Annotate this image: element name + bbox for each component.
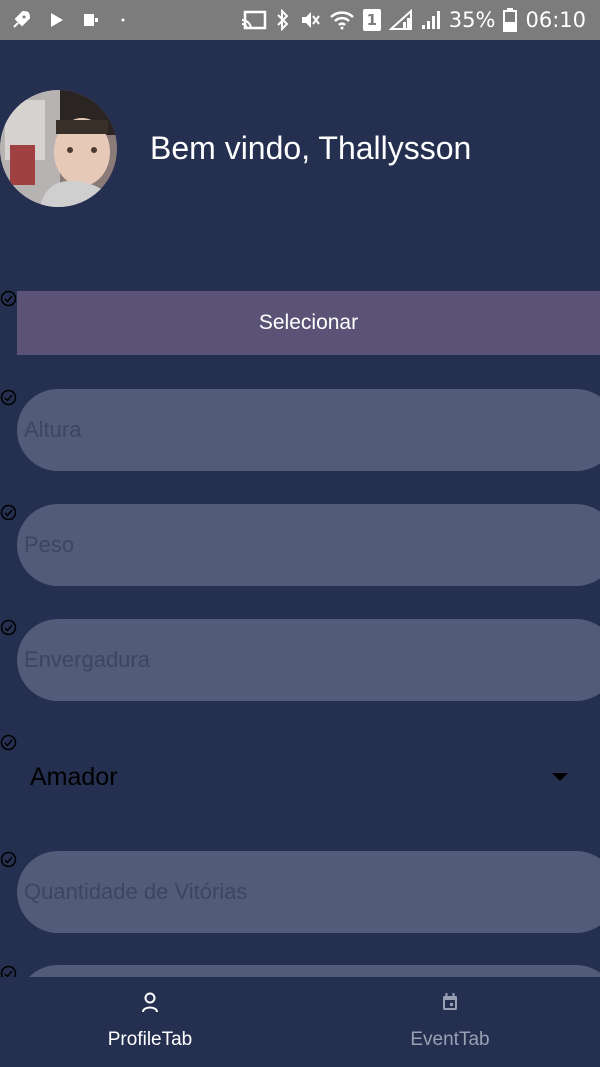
sim-badge: 1 xyxy=(366,11,377,29)
welcome-text: Bem vindo, Thallysson xyxy=(150,130,472,166)
tab-profile[interactable]: ProfileTab xyxy=(0,977,300,1067)
cast-icon xyxy=(241,10,267,30)
check-circle-icon xyxy=(0,851,17,868)
dot-icon xyxy=(120,17,126,23)
peso-input[interactable] xyxy=(24,532,600,558)
tab-event[interactable]: EventTab xyxy=(300,977,600,1067)
sim-icon: 1 xyxy=(362,9,381,31)
status-time: 06:10 xyxy=(525,8,586,32)
play-icon xyxy=(50,12,64,28)
peso-field[interactable] xyxy=(17,504,600,586)
caret-down-icon xyxy=(552,773,568,781)
check-circle-icon xyxy=(0,290,17,307)
bluetooth-icon xyxy=(275,9,291,31)
signal-icon xyxy=(421,9,441,31)
person-icon xyxy=(142,992,158,1013)
app-screen: 1 35% 06:10 Bem vindo, Thallysson Seleci… xyxy=(0,0,600,1067)
altura-field[interactable] xyxy=(17,389,600,471)
battery-percent: 35% xyxy=(448,8,496,32)
check-circle-icon xyxy=(0,389,17,406)
category-dropdown[interactable]: Amador xyxy=(17,748,584,806)
rocket-icon xyxy=(10,9,32,31)
envergadura-input[interactable] xyxy=(24,647,600,673)
vitorias-field[interactable] xyxy=(17,851,600,933)
avatar[interactable] xyxy=(0,90,117,207)
status-right: 1 35% 06:10 xyxy=(241,8,586,32)
altura-input[interactable] xyxy=(24,417,600,443)
vitorias-input[interactable] xyxy=(24,879,600,905)
tab-profile-label: ProfileTab xyxy=(107,1029,193,1050)
profile-photo xyxy=(0,90,117,207)
select-button[interactable]: Selecionar xyxy=(17,291,600,355)
signal-icon xyxy=(388,9,413,31)
check-circle-icon xyxy=(0,734,17,751)
mute-icon xyxy=(299,9,321,31)
check-circle-icon xyxy=(0,504,17,521)
calendar-icon xyxy=(443,993,457,1010)
app-notification-icon xyxy=(82,11,102,29)
category-dropdown-value: Amador xyxy=(30,762,118,791)
wifi-icon xyxy=(329,10,355,30)
bottom-tab-bar: ProfileTab EventTab xyxy=(0,977,600,1067)
tab-event-label: EventTab xyxy=(410,1029,490,1050)
envergadura-field[interactable] xyxy=(17,619,600,701)
status-bar: 1 35% 06:10 xyxy=(0,0,600,40)
battery-icon xyxy=(503,8,518,32)
status-left xyxy=(10,9,126,31)
check-circle-icon xyxy=(0,619,17,636)
